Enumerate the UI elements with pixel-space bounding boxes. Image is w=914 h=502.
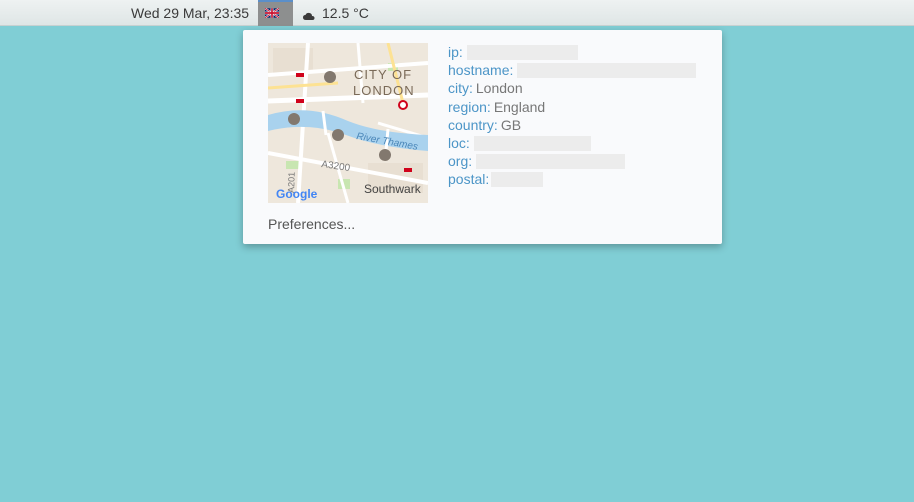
moon-cloud-icon (303, 6, 316, 20)
ip-info-popup: CITY OF LONDON River Thames A3200 A201 S… (243, 30, 722, 244)
field-value: GB (500, 116, 522, 133)
field-key: postal: (448, 171, 490, 188)
redacted-value (476, 153, 626, 169)
field-key: loc: (448, 134, 470, 151)
map-label-district: Southwark (364, 182, 422, 196)
top-panel: Wed 29 Mar, 23:35 12.5 °C (0, 0, 914, 26)
field-region: region: England (448, 98, 696, 116)
field-city: city: London (448, 79, 696, 97)
weather-indicator[interactable]: 12.5 °C (301, 5, 369, 21)
field-key: ip: (448, 44, 463, 60)
map-label-city: CITY OF (354, 67, 412, 82)
ip-location-button[interactable] (258, 0, 293, 26)
redacted-value (473, 135, 591, 151)
field-key: city: (448, 80, 473, 97)
field-value: England (493, 98, 546, 115)
field-key: region: (448, 98, 491, 115)
field-hostname: hostname: (448, 61, 697, 79)
location-map: CITY OF LONDON River Thames A3200 A201 S… (268, 43, 428, 203)
map-label-london: LONDON (353, 83, 415, 98)
map-label-logo: Google (276, 187, 318, 201)
map-image: CITY OF LONDON River Thames A3200 A201 S… (268, 43, 428, 203)
field-key: country: (448, 116, 498, 133)
field-country: country: GB (448, 116, 696, 134)
clock[interactable]: Wed 29 Mar, 23:35 (131, 5, 249, 21)
field-value: London (475, 80, 523, 97)
field-key: hostname: (448, 62, 514, 79)
field-postal: postal: (448, 170, 696, 188)
redacted-value (517, 62, 697, 78)
temperature: 12.5 °C (322, 5, 369, 21)
preferences-menu-item[interactable]: Preferences... (268, 216, 355, 232)
redacted-value (491, 171, 544, 187)
uk-flag-icon (265, 8, 279, 18)
redacted-value (466, 44, 578, 60)
field-loc: loc: (448, 134, 696, 152)
field-org: org: (448, 152, 696, 170)
ip-info-list: ip: hostname: city: London region: Engla… (448, 43, 697, 189)
field-key: org: (448, 153, 473, 170)
field-ip: ip: (448, 43, 696, 61)
